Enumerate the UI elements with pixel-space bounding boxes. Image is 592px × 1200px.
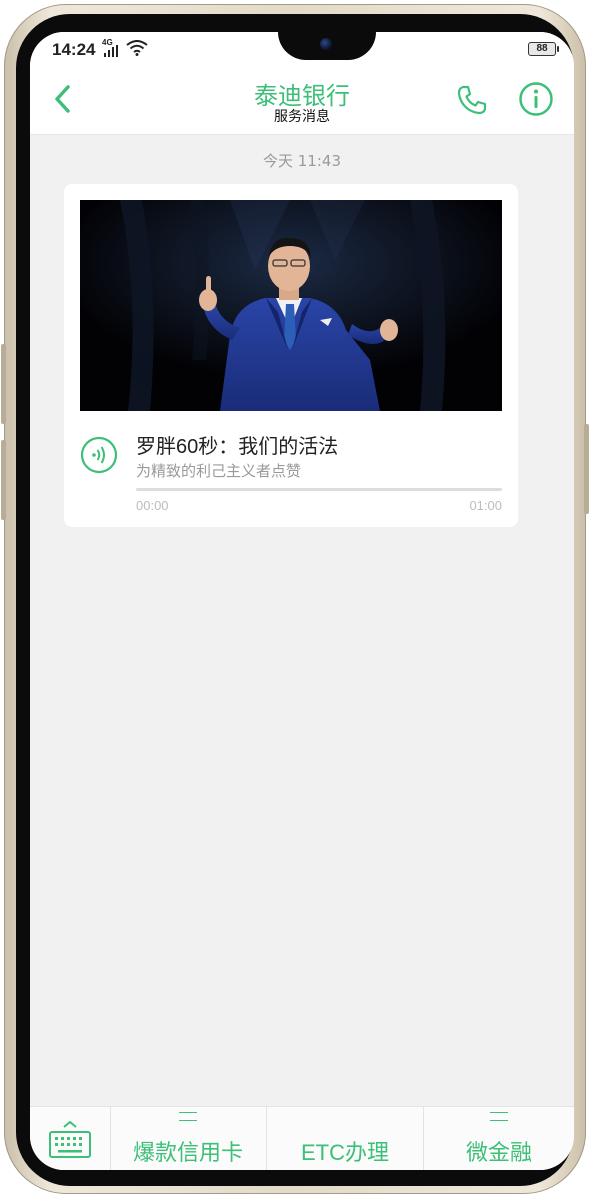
phone-side-button (1, 344, 6, 424)
battery-icon: 88 (528, 42, 559, 56)
audio-message-card[interactable]: 罗胖60秒：我们的活法 为精致的利己主义者点赞 00:00 01:00 (64, 184, 518, 527)
audio-player: 罗胖60秒：我们的活法 为精致的利己主义者点赞 00:00 01:00 (64, 422, 518, 527)
signal-icon (104, 45, 118, 57)
menu-label: 爆款信用卡 (132, 1140, 243, 1165)
page-subtitle: 服务消息 (274, 108, 330, 124)
camera (320, 38, 332, 50)
keyboard-icon (49, 1121, 91, 1158)
screen: 14:24 4G 88 泰迪银行 服务消息 今天 11:43 罗胖60秒：我们的… (30, 32, 574, 1170)
submenu-indicator-icon (490, 1112, 508, 1121)
bottom-menu: 爆款信用卡 ETC办理 微金融 (30, 1106, 574, 1170)
phone-side-button (1, 440, 6, 520)
menu-micro-finance[interactable]: 微金融 (424, 1107, 574, 1170)
menu-credit-card[interactable]: 爆款信用卡 (110, 1107, 267, 1170)
menu-label: ETC办理 (300, 1140, 389, 1165)
audio-title: 罗胖60秒：我们的活法 (136, 436, 339, 458)
message-timestamp: 今天 11:43 (263, 152, 341, 170)
chat-header: 泰迪银行 服务消息 (30, 68, 574, 135)
submenu-indicator-icon (179, 1112, 197, 1121)
menu-label: 微金融 (465, 1140, 532, 1165)
wifi-icon (126, 40, 148, 56)
menu-etc[interactable]: ETC办理 (267, 1107, 424, 1170)
phone-frame: 14:24 4G 88 泰迪银行 服务消息 今天 11:43 罗胖60秒：我们的… (1, 4, 589, 1194)
audio-time-end: 01:00 (469, 498, 502, 513)
status-time: 14:24 (52, 40, 96, 59)
audio-wave-icon[interactable] (80, 436, 118, 474)
notch (278, 32, 376, 60)
speaker-illustration (80, 200, 502, 411)
phone-side-button (584, 424, 589, 514)
audio-progress-bar[interactable] (136, 488, 502, 491)
audio-time-start: 00:00 (136, 498, 169, 513)
speaker-photo[interactable] (80, 200, 502, 411)
phone-icon[interactable] (456, 84, 488, 116)
keyboard-toggle-button[interactable] (30, 1107, 111, 1170)
info-icon[interactable] (518, 81, 554, 117)
audio-subtitle: 为精致的利己主义者点赞 (136, 463, 302, 480)
